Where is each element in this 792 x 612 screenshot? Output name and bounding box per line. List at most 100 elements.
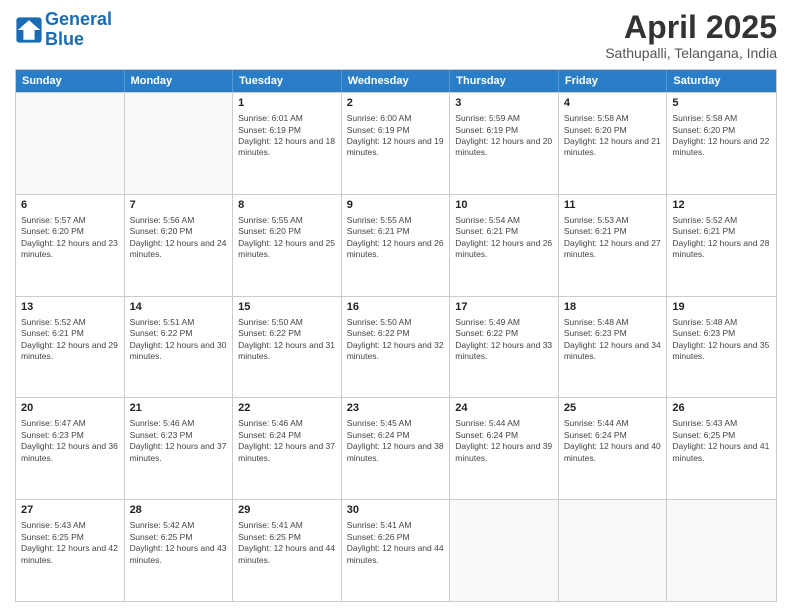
logo-icon — [15, 16, 43, 44]
cell-info: Sunrise: 5:52 AM Sunset: 6:21 PM Dayligh… — [672, 215, 771, 261]
calendar-row: 1Sunrise: 6:01 AM Sunset: 6:19 PM Daylig… — [16, 92, 776, 194]
calendar-cell: 7 Sunrise: 5:56 AM Sunset: 6:20 PM Daylig… — [125, 195, 234, 296]
day-number: 3 — [455, 96, 553, 111]
cell-info: Sunrise: 5:41 AM Sunset: 6:26 PM Dayligh… — [347, 520, 445, 566]
day-number: 8 — [238, 198, 336, 213]
cell-info: Sunrise: 5:55 AM Sunset: 6:21 PM Dayligh… — [347, 215, 445, 261]
calendar-cell: 23Sunrise: 5:45 AM Sunset: 6:24 PM Dayli… — [342, 398, 451, 499]
cell-info: Sunrise: 5:43 AM Sunset: 6:25 PM Dayligh… — [21, 520, 119, 566]
weekday-header: Tuesday — [233, 70, 342, 92]
calendar-cell: 14Sunrise: 5:51 AM Sunset: 6:22 PM Dayli… — [125, 297, 234, 398]
calendar-row: 6 Sunrise: 5:57 AM Sunset: 6:20 PM Daylig… — [16, 194, 776, 296]
calendar-body: 1Sunrise: 6:01 AM Sunset: 6:19 PM Daylig… — [16, 92, 776, 601]
day-number: 17 — [455, 300, 553, 315]
day-number: 12 — [672, 198, 771, 213]
calendar-row: 20 Sunrise: 5:47 AM Sunset: 6:23 PM Dayli… — [16, 397, 776, 499]
cell-info: Sunrise: 5:48 AM Sunset: 6:23 PM Dayligh… — [564, 317, 662, 363]
cell-info: Sunrise: 5:46 AM Sunset: 6:23 PM Dayligh… — [130, 418, 228, 464]
weekday-header: Friday — [559, 70, 668, 92]
calendar-cell: 16 Sunrise: 5:50 AM Sunset: 6:22 PM Dayli… — [342, 297, 451, 398]
cell-info: Sunrise: 5:55 AM Sunset: 6:20 PM Dayligh… — [238, 215, 336, 261]
cell-info: Sunrise: 5:42 AM Sunset: 6:25 PM Dayligh… — [130, 520, 228, 566]
day-number: 10 — [455, 198, 553, 213]
cell-info: Sunrise: 5:48 AM Sunset: 6:23 PM Dayligh… — [672, 317, 771, 363]
day-number: 11 — [564, 198, 662, 213]
main-title: April 2025 — [605, 10, 777, 45]
day-number: 4 — [564, 96, 662, 111]
calendar-cell: 19 Sunrise: 5:48 AM Sunset: 6:23 PM Dayli… — [667, 297, 776, 398]
cell-info: Sunrise: 5:58 AM Sunset: 6:20 PM Dayligh… — [672, 113, 771, 159]
title-block: April 2025 Sathupalli, Telangana, India — [605, 10, 777, 61]
day-number: 13 — [21, 300, 119, 315]
calendar-cell: 27 Sunrise: 5:43 AM Sunset: 6:25 PM Dayli… — [16, 500, 125, 601]
cell-info: Sunrise: 5:49 AM Sunset: 6:22 PM Dayligh… — [455, 317, 553, 363]
cell-info: Sunrise: 5:52 AM Sunset: 6:21 PM Dayligh… — [21, 317, 119, 363]
calendar-cell — [667, 500, 776, 601]
cell-info: Sunrise: 5:41 AM Sunset: 6:25 PM Dayligh… — [238, 520, 336, 566]
day-number: 2 — [347, 96, 445, 111]
calendar-cell: 13 Sunrise: 5:52 AM Sunset: 6:21 PM Dayli… — [16, 297, 125, 398]
header: General Blue April 2025 Sathupalli, Tela… — [15, 10, 777, 61]
cell-info: Sunrise: 5:56 AM Sunset: 6:20 PM Dayligh… — [130, 215, 228, 261]
weekday-header: Thursday — [450, 70, 559, 92]
logo-text: General Blue — [45, 10, 112, 50]
cell-info: Sunrise: 5:43 AM Sunset: 6:25 PM Dayligh… — [672, 418, 771, 464]
day-number: 25 — [564, 401, 662, 416]
cell-info: Sunrise: 5:54 AM Sunset: 6:21 PM Dayligh… — [455, 215, 553, 261]
day-number: 23 — [347, 401, 445, 416]
weekday-header: Sunday — [16, 70, 125, 92]
calendar-row: 27 Sunrise: 5:43 AM Sunset: 6:25 PM Dayli… — [16, 499, 776, 601]
day-number: 28 — [130, 503, 228, 518]
day-number: 19 — [672, 300, 771, 315]
logo: General Blue — [15, 10, 112, 50]
cell-info: Sunrise: 5:50 AM Sunset: 6:22 PM Dayligh… — [347, 317, 445, 363]
calendar-cell: 21Sunrise: 5:46 AM Sunset: 6:23 PM Dayli… — [125, 398, 234, 499]
day-number: 22 — [238, 401, 336, 416]
calendar-cell — [450, 500, 559, 601]
calendar-cell: 4Sunrise: 5:58 AM Sunset: 6:20 PM Daylig… — [559, 93, 668, 194]
calendar: SundayMondayTuesdayWednesdayThursdayFrid… — [15, 69, 777, 602]
calendar-cell: 11 Sunrise: 5:53 AM Sunset: 6:21 PM Dayli… — [559, 195, 668, 296]
calendar-cell: 6 Sunrise: 5:57 AM Sunset: 6:20 PM Daylig… — [16, 195, 125, 296]
cell-info: Sunrise: 5:46 AM Sunset: 6:24 PM Dayligh… — [238, 418, 336, 464]
calendar-cell: 12 Sunrise: 5:52 AM Sunset: 6:21 PM Dayli… — [667, 195, 776, 296]
cell-info: Sunrise: 6:00 AM Sunset: 6:19 PM Dayligh… — [347, 113, 445, 159]
calendar-cell: 1Sunrise: 6:01 AM Sunset: 6:19 PM Daylig… — [233, 93, 342, 194]
cell-info: Sunrise: 5:44 AM Sunset: 6:24 PM Dayligh… — [564, 418, 662, 464]
day-number: 14 — [130, 300, 228, 315]
day-number: 18 — [564, 300, 662, 315]
calendar-cell — [16, 93, 125, 194]
day-number: 20 — [21, 401, 119, 416]
day-number: 16 — [347, 300, 445, 315]
calendar-cell: 26 Sunrise: 5:43 AM Sunset: 6:25 PM Dayli… — [667, 398, 776, 499]
calendar-cell — [125, 93, 234, 194]
day-number: 7 — [130, 198, 228, 213]
cell-info: Sunrise: 5:57 AM Sunset: 6:20 PM Dayligh… — [21, 215, 119, 261]
weekday-header: Monday — [125, 70, 234, 92]
calendar-cell: 10 Sunrise: 5:54 AM Sunset: 6:21 PM Dayli… — [450, 195, 559, 296]
calendar-cell: 29Sunrise: 5:41 AM Sunset: 6:25 PM Dayli… — [233, 500, 342, 601]
cell-info: Sunrise: 5:53 AM Sunset: 6:21 PM Dayligh… — [564, 215, 662, 261]
day-number: 26 — [672, 401, 771, 416]
cell-info: Sunrise: 5:47 AM Sunset: 6:23 PM Dayligh… — [21, 418, 119, 464]
calendar-cell: 9 Sunrise: 5:55 AM Sunset: 6:21 PM Daylig… — [342, 195, 451, 296]
calendar-cell: 28 Sunrise: 5:42 AM Sunset: 6:25 PM Dayli… — [125, 500, 234, 601]
calendar-cell: 25 Sunrise: 5:44 AM Sunset: 6:24 PM Dayli… — [559, 398, 668, 499]
day-number: 9 — [347, 198, 445, 213]
calendar-cell — [559, 500, 668, 601]
calendar-cell: 30 Sunrise: 5:41 AM Sunset: 6:26 PM Dayli… — [342, 500, 451, 601]
calendar-cell: 18 Sunrise: 5:48 AM Sunset: 6:23 PM Dayli… — [559, 297, 668, 398]
day-number: 5 — [672, 96, 771, 111]
cell-info: Sunrise: 5:50 AM Sunset: 6:22 PM Dayligh… — [238, 317, 336, 363]
weekday-header: Saturday — [667, 70, 776, 92]
day-number: 6 — [21, 198, 119, 213]
day-number: 30 — [347, 503, 445, 518]
calendar-header: SundayMondayTuesdayWednesdayThursdayFrid… — [16, 70, 776, 92]
cell-info: Sunrise: 6:01 AM Sunset: 6:19 PM Dayligh… — [238, 113, 336, 159]
subtitle: Sathupalli, Telangana, India — [605, 45, 777, 61]
weekday-header: Wednesday — [342, 70, 451, 92]
logo-blue: Blue — [45, 29, 84, 49]
day-number: 27 — [21, 503, 119, 518]
calendar-row: 13 Sunrise: 5:52 AM Sunset: 6:21 PM Dayli… — [16, 296, 776, 398]
logo-general: General — [45, 9, 112, 29]
